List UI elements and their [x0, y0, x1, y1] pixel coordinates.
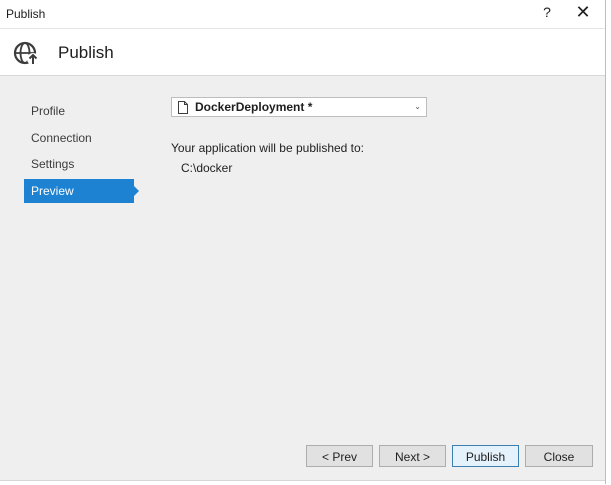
prev-button[interactable]: < Prev	[306, 445, 373, 467]
nav-item-profile[interactable]: Profile	[24, 99, 134, 123]
page-title: Publish	[58, 43, 114, 62]
profile-name: DockerDeployment *	[195, 100, 313, 114]
close-window-button[interactable]: ✕	[572, 2, 594, 23]
close-button[interactable]: Close	[525, 445, 593, 467]
nav-item-label: Profile	[31, 104, 66, 118]
nav-item-label: Preview	[31, 184, 74, 198]
document-icon	[178, 101, 188, 114]
publish-target-label: Your application will be published to:	[171, 141, 365, 155]
globe-publish-icon	[13, 41, 39, 65]
publish-target-path: C:\docker	[181, 161, 233, 175]
window-title: Publish	[6, 7, 46, 21]
dialog-body: Profile Connection Settings Preview Dock…	[0, 76, 605, 480]
nav-item-label: Connection	[31, 131, 92, 145]
profile-dropdown[interactable]: DockerDeployment * ⌄	[171, 97, 427, 117]
publish-button[interactable]: Publish	[452, 445, 519, 467]
nav-item-settings[interactable]: Settings	[24, 152, 134, 176]
window-bottom-edge	[0, 480, 605, 485]
next-button[interactable]: Next >	[379, 445, 446, 467]
chevron-down-icon: ⌄	[414, 102, 421, 111]
help-button[interactable]: ?	[539, 4, 555, 20]
nav-item-preview[interactable]: Preview	[24, 179, 139, 203]
window-edge	[605, 0, 611, 484]
title-bar: Publish ? ✕	[0, 0, 605, 29]
dialog-header: Publish	[0, 29, 605, 76]
nav-item-label: Settings	[31, 157, 75, 171]
nav-item-connection[interactable]: Connection	[24, 126, 134, 150]
